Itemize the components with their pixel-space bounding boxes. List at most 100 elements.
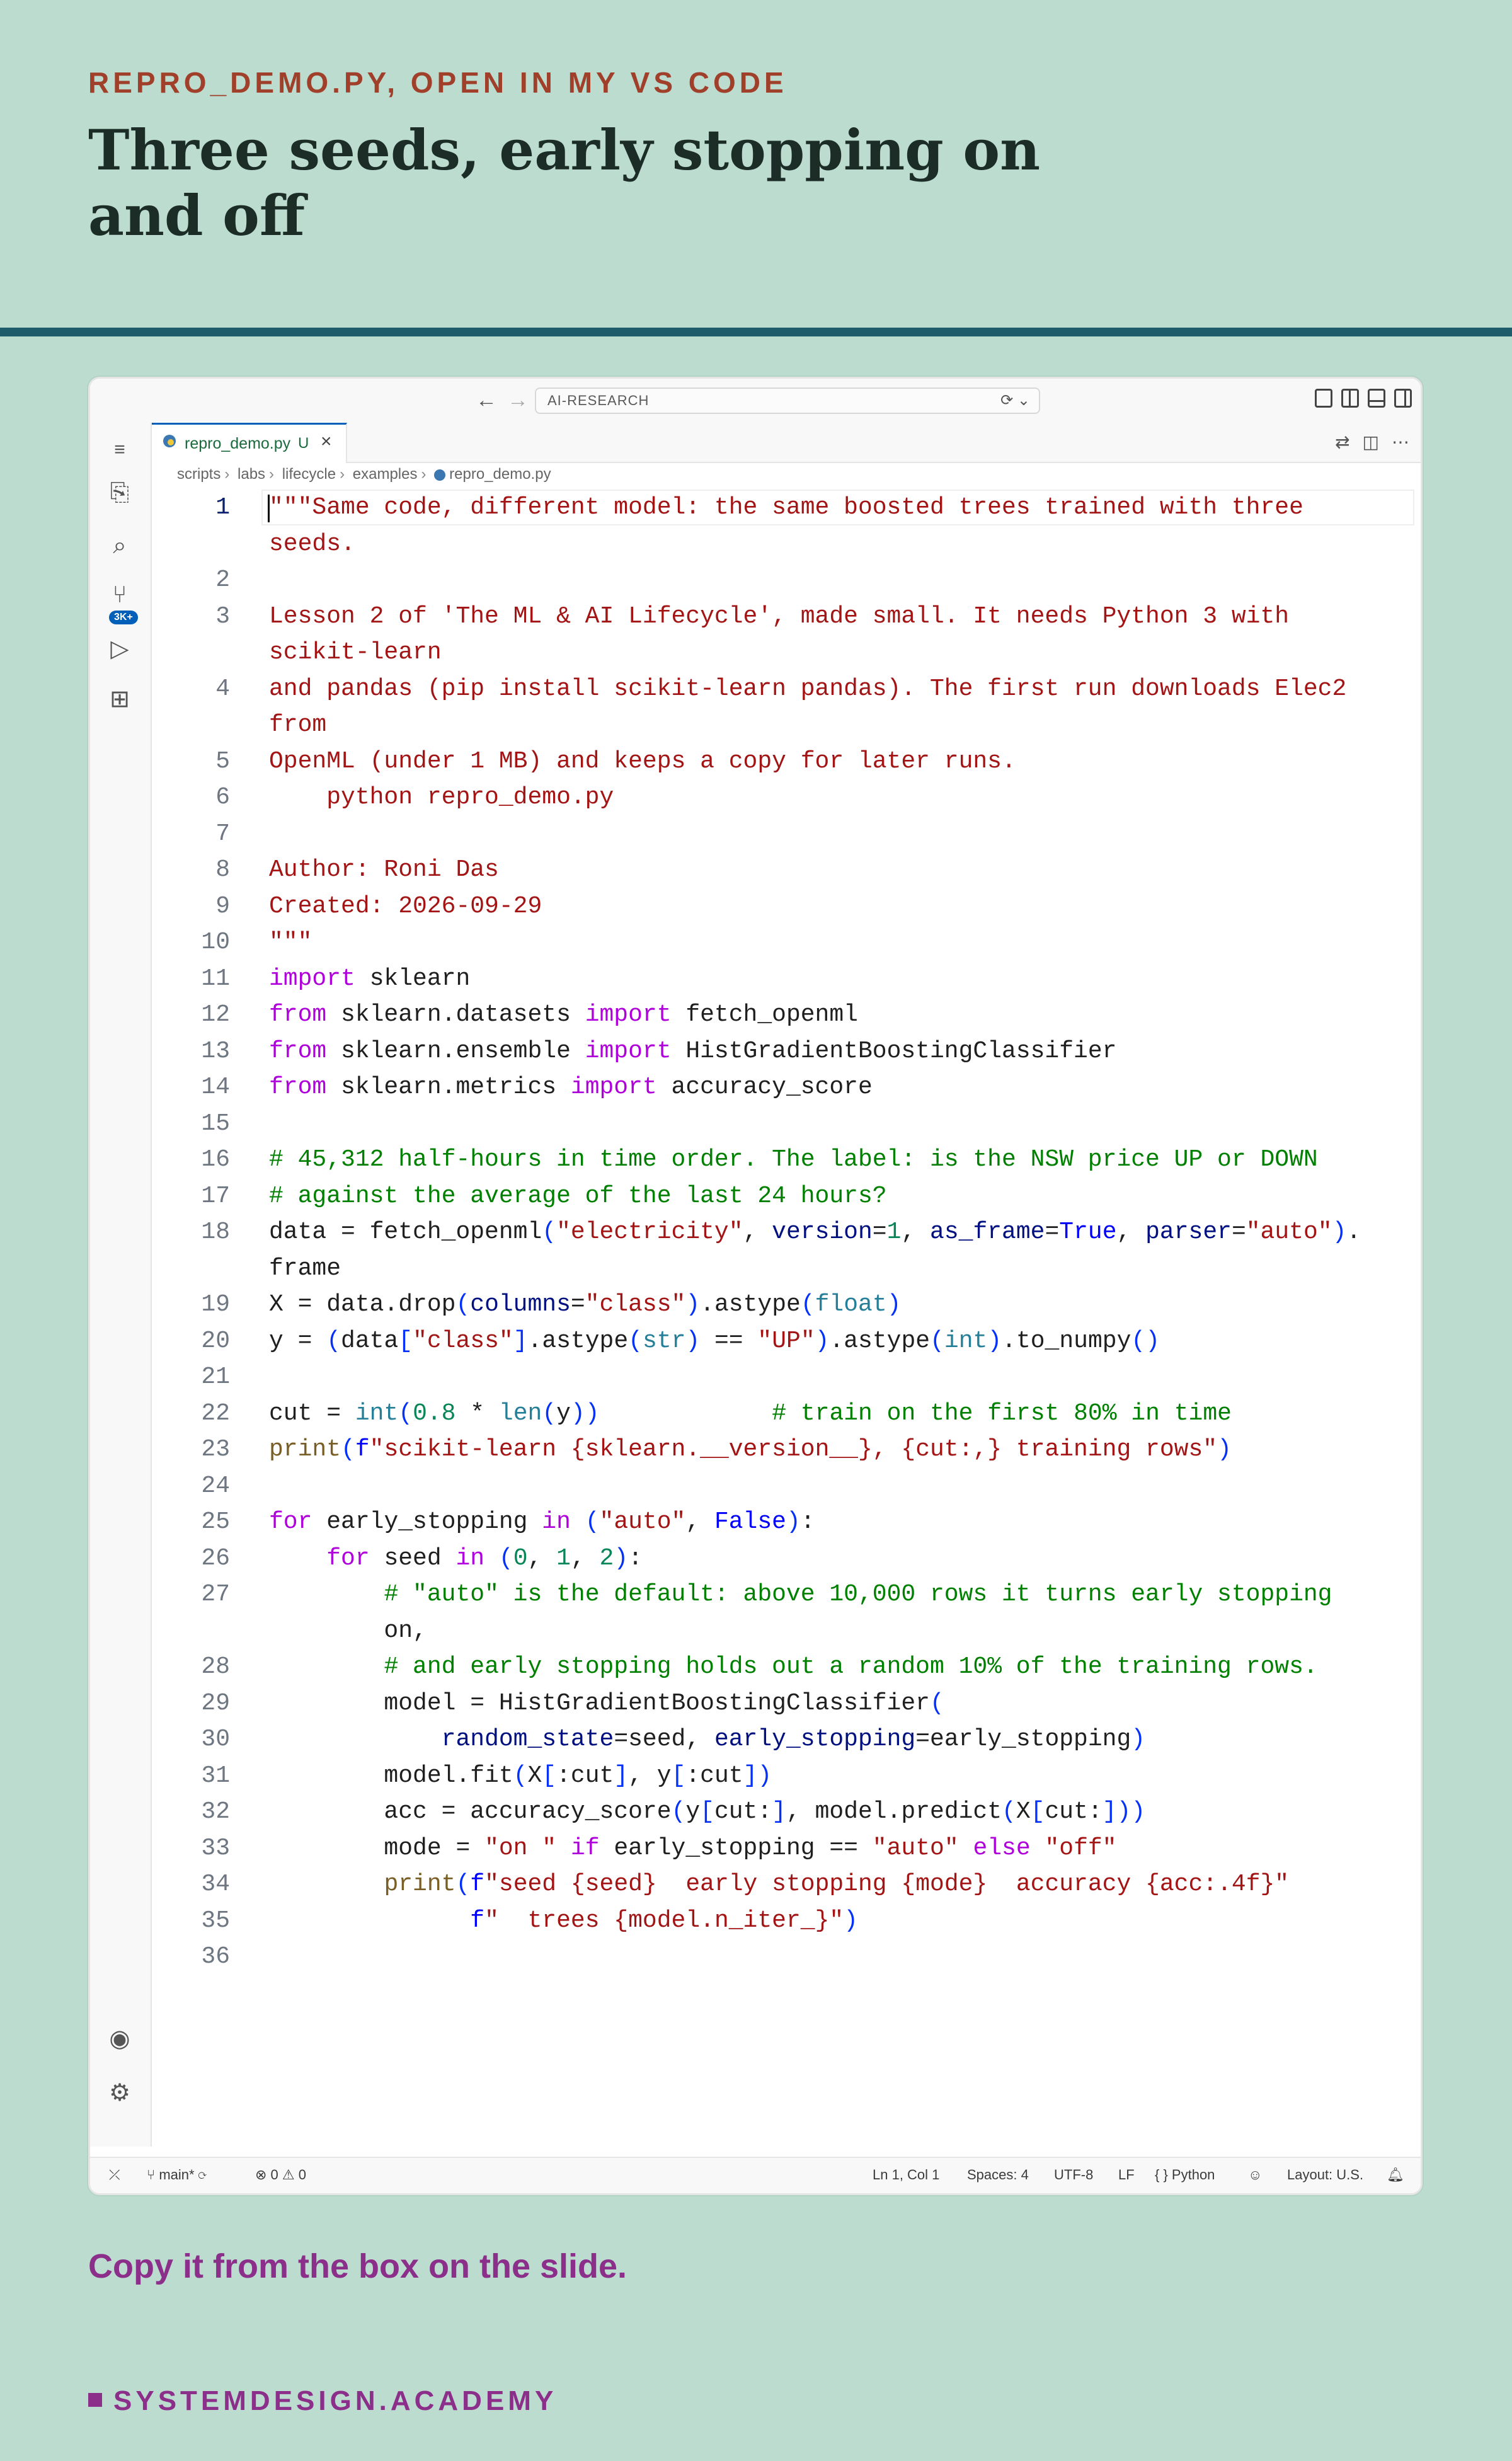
footer-note: Copy it from the box on the slide.: [88, 2247, 627, 2285]
breadcrumb-item[interactable]: labs: [238, 466, 265, 483]
code-line[interactable]: 12 from sklearn.datasets import fetch_ope…: [152, 997, 1421, 1033]
forward-arrow-icon[interactable]: →: [507, 387, 529, 413]
code-line[interactable]: 25 for early_stopping in ("auto", False):: [152, 1504, 1421, 1540]
breadcrumb-item[interactable]: lifecycle: [282, 466, 336, 483]
toggle-primary-sidebar-icon[interactable]: [1341, 389, 1359, 408]
code-line[interactable]: scikit-learn: [152, 634, 1421, 670]
keyboard-layout[interactable]: Layout: U.S.: [1287, 2167, 1363, 2183]
python-file-icon: [434, 469, 446, 481]
code-line[interactable]: 34 print(f"seed {seed} early stopping {m…: [152, 1866, 1421, 1902]
extensions-icon[interactable]: ⊞: [105, 685, 134, 714]
code-line[interactable]: 3 Lesson 2 of 'The ML & AI Lifecycle', ma…: [152, 599, 1421, 634]
code-line[interactable]: 18 data = fetch_openml("electricity", ver…: [152, 1214, 1421, 1250]
encoding[interactable]: UTF-8: [1054, 2167, 1093, 2183]
cursor-position[interactable]: Ln 1, Col 1: [873, 2167, 939, 2183]
end-of-line[interactable]: LF: [1118, 2167, 1135, 2183]
code-line[interactable]: 23 print(f"scikit-learn {sklearn.__versio…: [152, 1431, 1421, 1467]
editor-actions: ⇄ ◫ ⋯: [1335, 432, 1409, 452]
code-line[interactable]: 29 model = HistGradientBoostingClassifie…: [152, 1685, 1421, 1721]
code-line[interactable]: 6 python repro_demo.py: [152, 779, 1421, 815]
code-line[interactable]: 5 OpenML (under 1 MB) and keeps a copy fo…: [152, 743, 1421, 779]
editor-tab-bar: repro_demo.py U × ⇄ ◫ ⋯: [152, 423, 1421, 463]
code-text: y = (data["class"].astype(str) == "UP").…: [269, 1327, 1160, 1355]
line-number: 8: [215, 856, 230, 883]
code-line[interactable]: 36: [152, 1939, 1421, 1975]
code-line[interactable]: 11 import sklearn: [152, 961, 1421, 997]
code-line[interactable]: 1 """Same code, different model: the same…: [152, 490, 1421, 525]
code-line[interactable]: 15: [152, 1106, 1421, 1142]
code-line[interactable]: 7: [152, 816, 1421, 852]
explorer-icon[interactable]: ⎘: [105, 478, 134, 507]
code-line[interactable]: 26 for seed in (0, 1, 2):: [152, 1540, 1421, 1576]
code-editor[interactable]: 1 """Same code, different model: the same…: [152, 490, 1421, 2147]
code-line[interactable]: 24: [152, 1468, 1421, 1504]
code-line[interactable]: from: [152, 707, 1421, 743]
code-text: OpenML (under 1 MB) and keeps a copy for…: [269, 747, 1016, 775]
code-line[interactable]: 35 f" trees {model.n_iter_}"): [152, 1903, 1421, 1939]
code-line[interactable]: 20 y = (data["class"].astype(str) == "UP"…: [152, 1323, 1421, 1359]
remote-icon[interactable]: ⤫: [109, 2167, 120, 2183]
account-icon[interactable]: ◉: [105, 2024, 134, 2053]
indentation[interactable]: Spaces: 4: [967, 2167, 1029, 2183]
compare-changes-icon[interactable]: ⇄: [1335, 432, 1349, 452]
tab-repro-demo[interactable]: repro_demo.py U ×: [152, 423, 347, 463]
line-number: 28: [201, 1653, 230, 1680]
code-text: # "auto" is the default: above 10,000 ro…: [384, 1581, 1332, 1608]
code-text: Lesson 2 of 'The ML & AI Lifecycle', mad…: [269, 602, 1290, 630]
activity-bar: ≡ ⎘ ⌕ ⑂ 3K+ ▷ ⊞ ◉ ⚙: [90, 423, 152, 2147]
back-arrow-icon[interactable]: ←: [476, 387, 497, 413]
code-line[interactable]: on,: [152, 1613, 1421, 1649]
code-line[interactable]: 8 Author: Roni Das: [152, 852, 1421, 888]
breadcrumb-item[interactable]: repro_demo.py: [449, 466, 551, 483]
code-line[interactable]: 27 # "auto" is the default: above 10,000…: [152, 1576, 1421, 1612]
chevron-right-icon: ›: [269, 466, 275, 483]
code-text: X = data.drop(columns="class").astype(fl…: [269, 1291, 902, 1318]
code-line[interactable]: 28 # and early stopping holds out a rand…: [152, 1649, 1421, 1685]
breadcrumb-item[interactable]: scripts: [177, 466, 220, 483]
line-number: 31: [201, 1762, 230, 1789]
code-line[interactable]: 16 # 45,312 half-hours in time order. The…: [152, 1142, 1421, 1178]
code-line[interactable]: frame: [152, 1251, 1421, 1287]
settings-gear-icon[interactable]: ⚙: [105, 2079, 134, 2108]
code-line[interactable]: 17 # against the average of the last 24 h…: [152, 1178, 1421, 1214]
code-line[interactable]: 14 from sklearn.metrics import accuracy_s…: [152, 1069, 1421, 1105]
code-line[interactable]: seeds.: [152, 526, 1421, 562]
code-line[interactable]: 4 and pandas (pip install scikit-learn pa…: [152, 671, 1421, 707]
code-line[interactable]: 30 random_state=seed, early_stopping=ear…: [152, 1721, 1421, 1757]
menu-icon[interactable]: ≡: [105, 435, 134, 464]
copilot-status-icon[interactable]: ☺: [1248, 2167, 1262, 2183]
code-line[interactable]: 21: [152, 1359, 1421, 1395]
source-control-icon[interactable]: ⑂: [105, 580, 134, 609]
split-editor-icon[interactable]: ◫: [1363, 432, 1379, 452]
code-line[interactable]: 32 acc = accuracy_score(y[cut:], model.p…: [152, 1794, 1421, 1830]
close-icon[interactable]: ×: [321, 431, 332, 452]
code-line[interactable]: 22 cut = int(0.8 * len(y)) # train on the…: [152, 1396, 1421, 1431]
branch-indicator[interactable]: ⑂ main* ⟳: [147, 2167, 207, 2183]
vscode-window: ← → AI-RESEARCH ⟳ ⌄ ≡ ⎘ ⌕ ⑂ 3K+ ▷ ⊞ ◉ ⚙ …: [88, 377, 1423, 2195]
code-line[interactable]: 9 Created: 2026-09-29: [152, 888, 1421, 924]
toggle-panel-icon[interactable]: [1368, 389, 1385, 408]
line-number: 16: [201, 1146, 230, 1173]
breadcrumb-item[interactable]: examples: [353, 466, 418, 483]
more-actions-icon[interactable]: ⋯: [1392, 432, 1409, 452]
language-mode[interactable]: { } Python: [1155, 2167, 1215, 2183]
problems-indicator[interactable]: ⊗ 0 ⚠ 0: [255, 2167, 306, 2183]
line-number: 35: [201, 1907, 230, 1934]
toggle-secondary-sidebar-icon[interactable]: [1394, 389, 1412, 408]
code-line[interactable]: 13 from sklearn.ensemble import HistGradi…: [152, 1033, 1421, 1069]
customize-layout-icon[interactable]: [1315, 389, 1332, 408]
line-number: 34: [201, 1871, 230, 1898]
code-text: # 45,312 half-hours in time order. The l…: [269, 1146, 1318, 1173]
code-line[interactable]: 2: [152, 562, 1421, 598]
code-line[interactable]: 33 mode = "on " if early_stopping == "au…: [152, 1830, 1421, 1866]
code-text: f" trees {model.n_iter_}"): [470, 1907, 858, 1934]
code-line[interactable]: 31 model.fit(X[:cut], y[:cut]): [152, 1758, 1421, 1794]
bell-icon[interactable]: 🔔︎: [1387, 2167, 1404, 2183]
run-debug-icon[interactable]: ▷: [105, 634, 134, 663]
line-number: 24: [201, 1472, 230, 1500]
command-center[interactable]: AI-RESEARCH ⟳ ⌄: [535, 387, 1040, 414]
search-icon[interactable]: ⌕: [105, 531, 134, 560]
code-line[interactable]: 19 X = data.drop(columns="class").astype(…: [152, 1287, 1421, 1322]
code-line[interactable]: 10 """: [152, 924, 1421, 960]
copilot-icon[interactable]: ⟳ ⌄: [1000, 391, 1030, 410]
